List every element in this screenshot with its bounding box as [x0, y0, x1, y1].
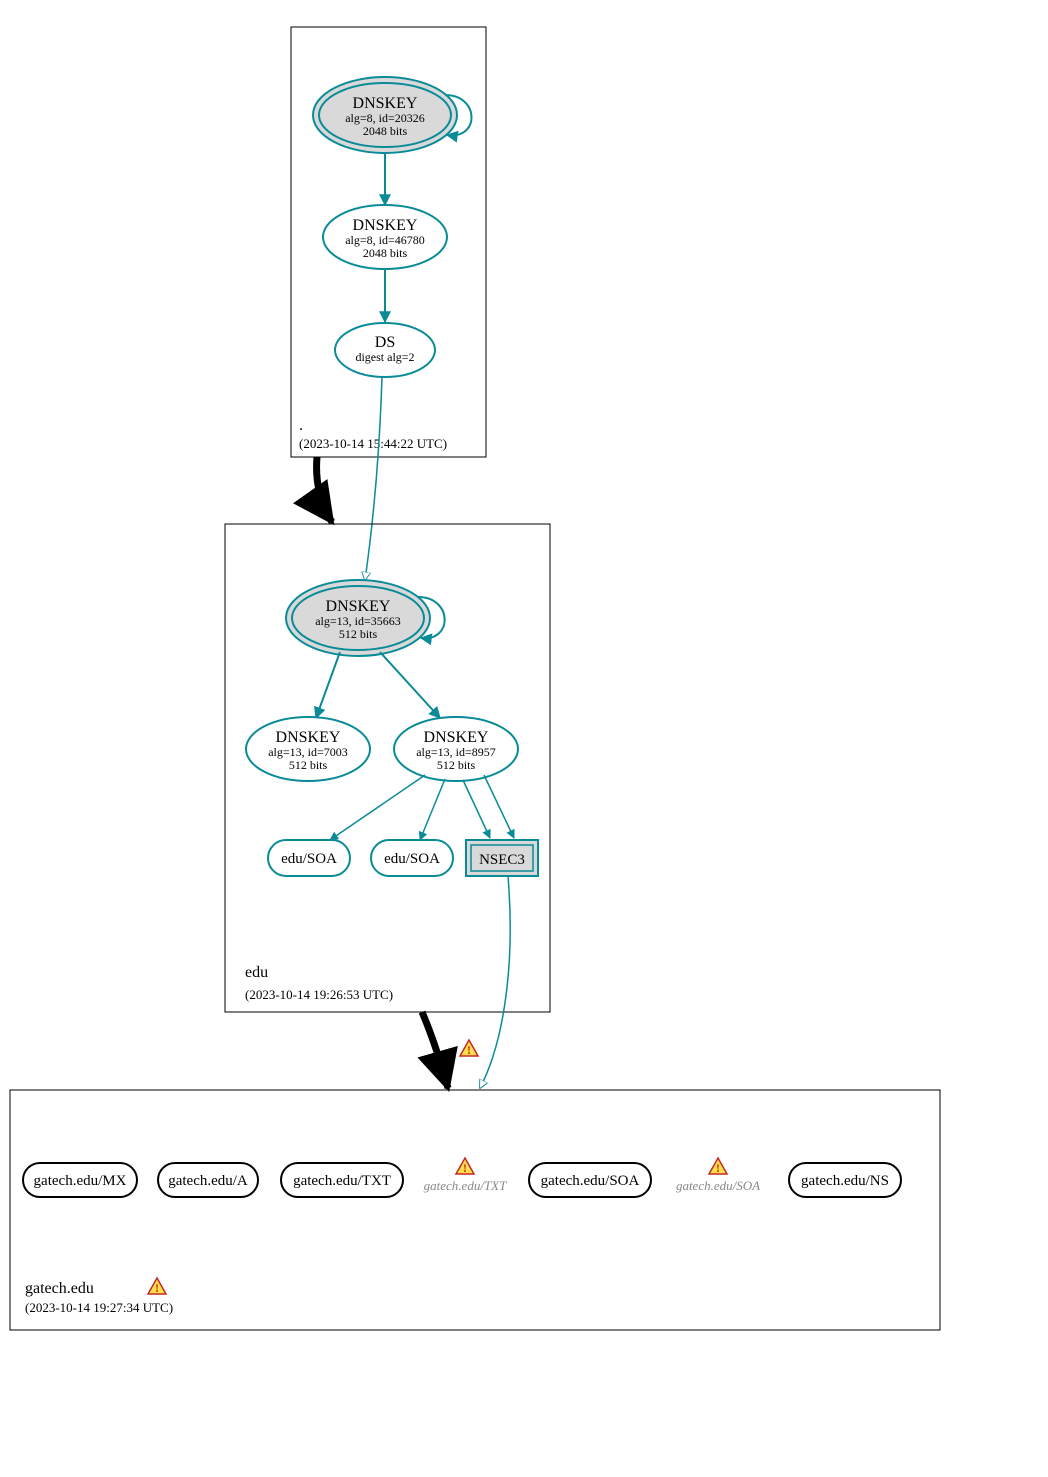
gatech-mx-label: gatech.edu/MX — [34, 1173, 127, 1189]
zone-gatech: gatech.edu/MX gatech.edu/A gatech.edu/TX… — [10, 1090, 940, 1330]
edu-soa-b[interactable]: edu/SOA — [371, 840, 453, 876]
zone-gatech-time: (2023-10-14 19:27:34 UTC) — [25, 1300, 173, 1315]
zone-gatech-name: gatech.edu — [25, 1280, 94, 1297]
edge-edu-gatech-delegation — [422, 1012, 448, 1088]
zone-edu-name: edu — [245, 964, 268, 981]
root-dnskey-zsk-title: DNSKEY — [353, 217, 418, 234]
gatech-ns-label: gatech.edu/NS — [801, 1173, 889, 1189]
gatech-soa-warn[interactable]: ! gatech.edu/SOA — [676, 1158, 760, 1193]
gatech-soa-label: gatech.edu/SOA — [541, 1173, 640, 1189]
warning-icon: ! — [456, 1158, 474, 1175]
gatech-soa[interactable]: gatech.edu/SOA — [529, 1163, 651, 1197]
svg-text:!: ! — [467, 1043, 471, 1057]
root-dnskey-ksk-title: DNSKEY — [353, 95, 418, 112]
gatech-a[interactable]: gatech.edu/A — [158, 1163, 258, 1197]
edu-zsk-b-bits: 512 bits — [437, 758, 476, 772]
edu-dnskey-ksk-bits: 512 bits — [339, 627, 378, 641]
warning-icon: ! — [460, 1040, 478, 1057]
zone-root: DNSKEY alg=8, id=20326 2048 bits DNSKEY … — [291, 27, 486, 457]
edu-dnskey-zsk-a[interactable]: DNSKEY alg=13, id=7003 512 bits — [246, 717, 370, 781]
root-ds-alg: digest alg=2 — [355, 350, 414, 364]
edge-nsec3-gatech — [480, 876, 510, 1088]
zone-edu-time: (2023-10-14 19:26:53 UTC) — [245, 987, 393, 1002]
edge-edu-ksk-zsk-a — [316, 652, 340, 718]
gatech-txt-warn[interactable]: ! gatech.edu/TXT — [424, 1158, 507, 1193]
root-dnskey-zsk-alg: alg=8, id=46780 — [345, 233, 425, 247]
edge-root-edu-delegation — [317, 457, 332, 522]
gatech-txt-warn-label: gatech.edu/TXT — [424, 1178, 507, 1193]
warning-icon: ! — [148, 1278, 166, 1295]
edu-soa-b-label: edu/SOA — [384, 851, 440, 867]
edu-soa-a[interactable]: edu/SOA — [268, 840, 350, 876]
edu-zsk-a-title: DNSKEY — [276, 729, 341, 746]
nsec3-label: NSEC3 — [479, 852, 525, 868]
gatech-a-label: gatech.edu/A — [168, 1173, 248, 1189]
root-dnskey-ksk[interactable]: DNSKEY alg=8, id=20326 2048 bits — [313, 77, 457, 153]
edu-dnskey-ksk-title: DNSKEY — [326, 598, 391, 615]
gatech-soa-warn-label: gatech.edu/SOA — [676, 1178, 760, 1193]
nsec3[interactable]: NSEC3 — [466, 840, 538, 876]
edu-zsk-b-alg: alg=13, id=8957 — [416, 745, 496, 759]
edu-soa-a-label: edu/SOA — [281, 851, 337, 867]
svg-text:!: ! — [463, 1161, 467, 1175]
root-dnskey-ksk-alg: alg=8, id=20326 — [345, 111, 425, 125]
edge-edu-zsk-nsec3-b — [484, 775, 514, 838]
svg-text:!: ! — [716, 1161, 720, 1175]
zone-root-time: (2023-10-14 15:44:22 UTC) — [299, 436, 447, 451]
gatech-txt[interactable]: gatech.edu/TXT — [281, 1163, 403, 1197]
edge-edu-zsk-soa-a — [330, 775, 425, 840]
edu-dnskey-ksk-alg: alg=13, id=35663 — [315, 614, 401, 628]
zone-root-name: . — [299, 417, 303, 434]
edge-edu-ksk-zsk-b — [380, 652, 440, 718]
edu-zsk-a-alg: alg=13, id=7003 — [268, 745, 348, 759]
edge-edu-zsk-soa-b — [420, 779, 445, 840]
edu-dnskey-zsk-b[interactable]: DNSKEY alg=13, id=8957 512 bits — [394, 717, 518, 781]
svg-text:!: ! — [155, 1281, 159, 1295]
zone-edu: DNSKEY alg=13, id=35663 512 bits DNSKEY … — [225, 524, 550, 1012]
root-dnskey-zsk-bits: 2048 bits — [363, 246, 408, 260]
gatech-txt-label: gatech.edu/TXT — [293, 1173, 391, 1189]
edge-edu-zsk-nsec3-a — [463, 780, 490, 838]
root-ds-title: DS — [375, 334, 395, 351]
edu-dnskey-ksk[interactable]: DNSKEY alg=13, id=35663 512 bits — [286, 580, 430, 656]
root-ds[interactable]: DS digest alg=2 — [335, 323, 435, 377]
root-dnskey-ksk-bits: 2048 bits — [363, 124, 408, 138]
edu-zsk-b-title: DNSKEY — [424, 729, 489, 746]
root-dnskey-zsk[interactable]: DNSKEY alg=8, id=46780 2048 bits — [323, 205, 447, 269]
edu-zsk-a-bits: 512 bits — [289, 758, 328, 772]
edge-ds-edu-dnskey — [365, 377, 382, 580]
warning-icon: ! — [709, 1158, 727, 1175]
gatech-mx[interactable]: gatech.edu/MX — [23, 1163, 137, 1197]
gatech-ns[interactable]: gatech.edu/NS — [789, 1163, 901, 1197]
